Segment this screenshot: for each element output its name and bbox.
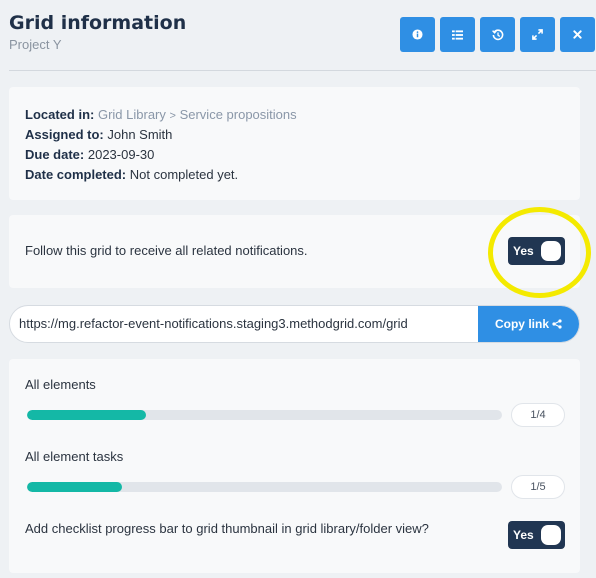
all-elements-label: All elements (25, 377, 96, 392)
all-elements-progress-fill (27, 410, 146, 420)
all-element-tasks-label: All element tasks (25, 449, 124, 464)
assigned-to-label: Assigned to: (25, 127, 104, 142)
toolbar (400, 17, 595, 52)
breadcrumb-service-propositions[interactable]: Service propositions (180, 107, 297, 122)
checklist-toggle-label: Yes (513, 528, 534, 542)
copy-link-button[interactable]: Copy link (478, 306, 579, 342)
date-completed-row: Date completed: Not completed yet. (25, 165, 580, 185)
located-in-label: Located in: (25, 107, 95, 122)
assigned-to-value: John Smith (107, 127, 173, 142)
expand-button[interactable] (520, 17, 555, 52)
checklist-thumbnail-toggle[interactable]: Yes (508, 521, 565, 549)
info-button[interactable] (400, 17, 435, 52)
due-date-row: Due date: 2023-09-30 (25, 145, 580, 165)
breadcrumb-grid-library[interactable]: Grid Library (98, 107, 166, 122)
date-completed-value: Not completed yet. (129, 167, 239, 182)
all-elements-progress-bar (27, 410, 502, 420)
share-link-field: https://mg.refactor-event-notifications.… (9, 305, 580, 343)
follow-description: Follow this grid to receive all related … (25, 243, 308, 258)
all-element-tasks-progress-bar (27, 482, 502, 492)
panel-header: Grid information Project Y (0, 0, 596, 72)
list-icon (452, 29, 463, 40)
located-in-row: Located in: Grid Library > Service propo… (25, 105, 580, 125)
assigned-to-row: Assigned to: John Smith (25, 125, 580, 145)
header-divider (9, 70, 596, 71)
project-name: Project Y (9, 37, 62, 52)
checklist-thumbnail-description: Add checklist progress bar to grid thumb… (25, 521, 429, 536)
date-completed-label: Date completed: (25, 167, 127, 182)
list-view-button[interactable] (440, 17, 475, 52)
history-icon (491, 28, 503, 40)
grid-details-card: Located in: Grid Library > Service propo… (9, 87, 580, 200)
page-title: Grid information (9, 12, 187, 34)
all-elements-count: 1/4 (511, 403, 565, 427)
all-element-tasks-progress-fill (27, 482, 122, 492)
grid-url[interactable]: https://mg.refactor-event-notifications.… (19, 316, 481, 331)
expand-icon (532, 29, 543, 40)
highlight-circle (488, 207, 591, 298)
checklist-toggle-knob (541, 525, 561, 545)
close-icon (573, 30, 582, 39)
close-button[interactable] (560, 17, 595, 52)
history-button[interactable] (480, 17, 515, 52)
due-date-label: Due date: (25, 147, 85, 162)
share-icon (552, 319, 562, 329)
breadcrumb-separator: > (169, 110, 176, 122)
all-element-tasks-count: 1/5 (511, 475, 565, 499)
due-date-value: 2023-09-30 (87, 147, 155, 162)
progress-card: All elements 1/4 All element tasks 1/5 A… (9, 359, 580, 573)
info-icon (412, 29, 423, 40)
copy-link-label: Copy link (494, 317, 549, 331)
